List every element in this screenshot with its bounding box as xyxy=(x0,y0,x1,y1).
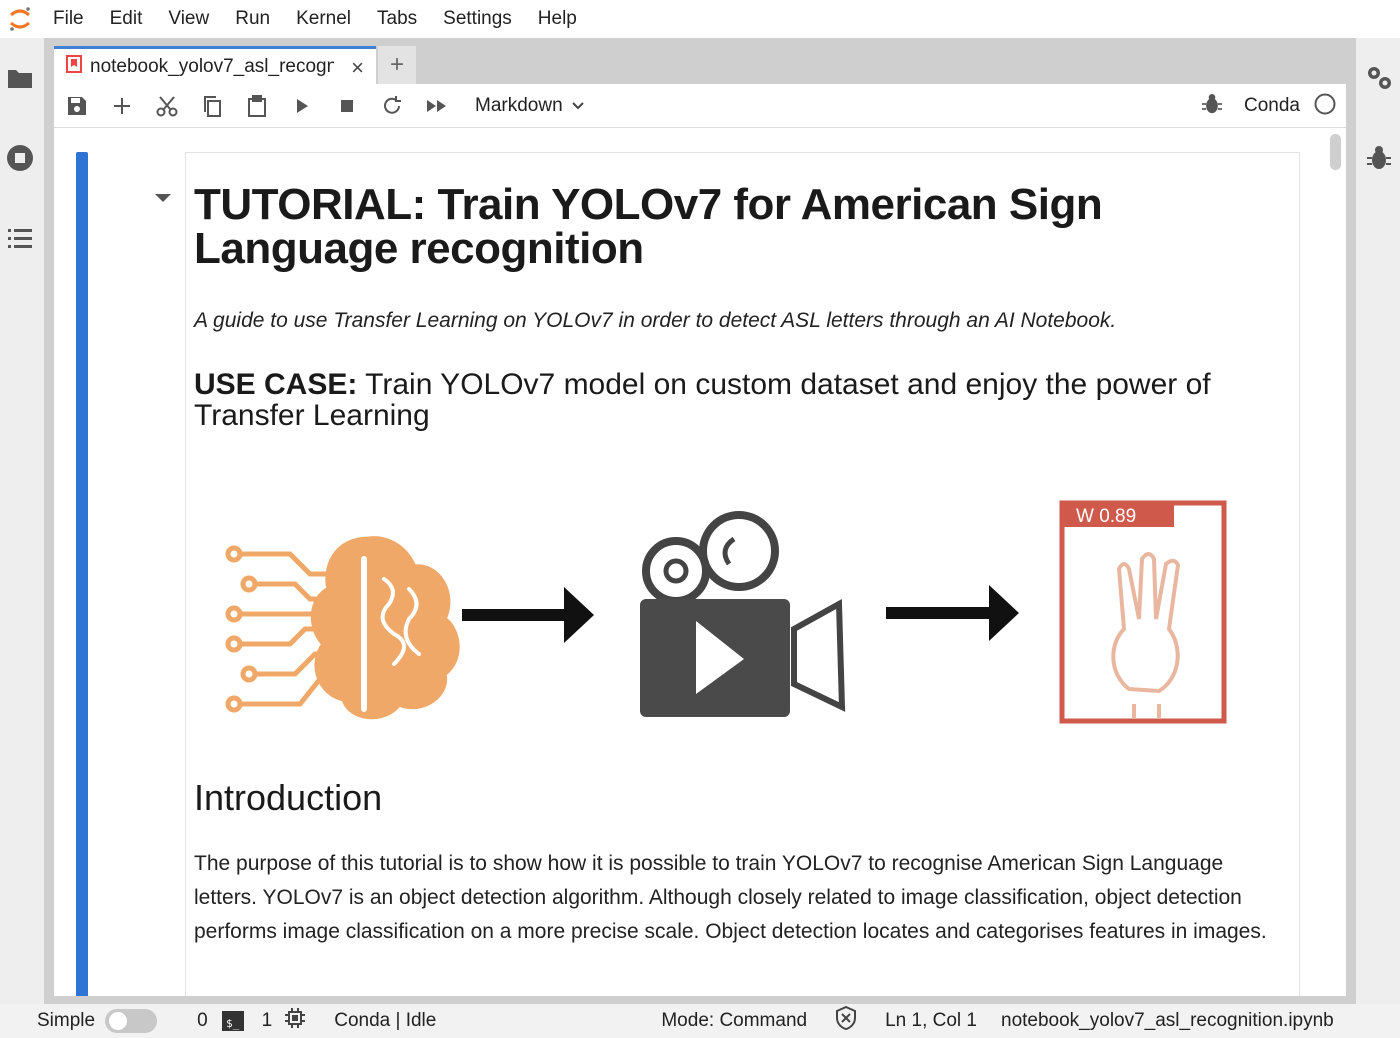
simple-mode-label: Simple xyxy=(37,1010,96,1031)
active-cell-indicator[interactable] xyxy=(76,152,88,996)
collapse-heading-caret-icon[interactable] xyxy=(154,190,172,208)
use-case-heading: USE CASE: Train YOLOv7 model on custom d… xyxy=(194,369,1291,431)
menu-view[interactable]: View xyxy=(155,8,222,30)
cell-type-dropdown[interactable]: Markdown xyxy=(475,95,585,117)
run-icon[interactable] xyxy=(279,84,324,128)
toolbar-right: Conda xyxy=(1202,84,1336,128)
menu-settings[interactable]: Settings xyxy=(430,8,525,30)
run-all-icon[interactable] xyxy=(414,84,459,128)
folder-icon[interactable] xyxy=(6,64,34,92)
introduction-heading: Introduction xyxy=(194,777,383,818)
left-sidebar xyxy=(0,38,44,1004)
notebook-icon xyxy=(66,55,82,78)
tab-bar: notebook_yolov7_asl_recognition.ipynb × … xyxy=(54,46,1346,84)
menu-help[interactable]: Help xyxy=(525,8,590,30)
main-area: notebook_yolov7_asl_recognition.ipynb × … xyxy=(44,38,1356,1004)
status-bar: Simple 0 $_ 1 Conda | Idle Mode: Command… xyxy=(0,1004,1400,1038)
kernel-status-text[interactable]: Conda | Idle xyxy=(334,1010,436,1032)
right-sidebar xyxy=(1356,38,1400,1004)
ai-brain-icon xyxy=(225,536,460,720)
detection-label: W 0.89 xyxy=(1076,506,1136,527)
use-case-label: USE CASE: xyxy=(194,368,358,401)
arrow-right-icon xyxy=(462,587,594,643)
menu-file[interactable]: File xyxy=(40,8,97,30)
chevron-down-icon xyxy=(571,95,585,117)
close-tab-icon[interactable]: × xyxy=(351,55,364,81)
cell-type-value: Markdown xyxy=(475,94,563,116)
debugger-bug-icon[interactable] xyxy=(1365,144,1393,172)
arrow-right-icon xyxy=(886,585,1019,641)
video-camera-icon xyxy=(640,511,846,717)
kernel-idle-status-icon xyxy=(1314,93,1336,120)
cut-icon[interactable] xyxy=(144,84,189,128)
property-inspector-gears-icon[interactable] xyxy=(1365,64,1393,92)
terminals-status[interactable]: 0 $_ xyxy=(197,1010,244,1032)
notebook-toolbar: Markdown Conda xyxy=(54,84,1346,128)
terminal-icon: $_ xyxy=(221,1011,244,1031)
kernels-status[interactable]: 1 xyxy=(262,1007,307,1035)
simple-mode-switch[interactable] xyxy=(105,1009,158,1033)
status-filename: notebook_yolov7_asl_recognition.ipynb xyxy=(1001,1010,1334,1031)
table-of-contents-icon[interactable] xyxy=(6,224,34,252)
cpu-chip-icon xyxy=(284,1007,306,1035)
terminal-count: 0 xyxy=(197,1010,208,1031)
menu-tabs[interactable]: Tabs xyxy=(364,8,430,30)
cursor-position[interactable]: Ln 1, Col 1 xyxy=(885,1010,977,1032)
paste-icon[interactable] xyxy=(234,84,279,128)
notebook-title: TUTORIAL: Train YOLOv7 for American Sign… xyxy=(194,180,1103,273)
tab-notebook[interactable]: notebook_yolov7_asl_recognition.ipynb × xyxy=(54,46,376,84)
add-cell-icon[interactable] xyxy=(99,84,144,128)
menu-edit[interactable]: Edit xyxy=(97,8,156,30)
menu-run[interactable]: Run xyxy=(222,8,283,30)
notebook-subtitle: A guide to use Transfer Learning on YOLO… xyxy=(194,309,1117,332)
scrollbar-thumb[interactable] xyxy=(1330,134,1341,170)
notebook-content[interactable]: TUTORIAL: Train YOLOv7 for American Sign… xyxy=(54,128,1346,996)
stop-icon[interactable] xyxy=(324,84,369,128)
copy-icon[interactable] xyxy=(189,84,234,128)
jupyter-logo-icon xyxy=(0,0,40,38)
notebook-mode: Mode: Command xyxy=(661,1010,808,1031)
save-icon[interactable] xyxy=(54,84,99,128)
workflow-illustration: W 0.89 xyxy=(194,499,1291,739)
asl-detection-box-icon xyxy=(1059,500,1227,724)
debugger-toggle-icon[interactable] xyxy=(1202,93,1222,120)
kernel-count: 1 xyxy=(261,1010,273,1031)
introduction-text: The purpose of this tutorial is to show … xyxy=(194,852,1267,943)
simple-mode-toggle[interactable]: Simple xyxy=(37,1009,158,1033)
trusted-shield-icon[interactable] xyxy=(835,1005,857,1036)
tab-label: notebook_yolov7_asl_recognition.ipynb xyxy=(90,55,334,77)
new-tab-button[interactable]: + xyxy=(378,46,416,84)
kernel-name[interactable]: Conda xyxy=(1244,95,1300,117)
restart-icon[interactable] xyxy=(369,84,414,128)
menu-bar: File Edit View Run Kernel Tabs Settings … xyxy=(0,0,1400,38)
markdown-cell[interactable]: TUTORIAL: Train YOLOv7 for American Sign… xyxy=(185,152,1300,996)
menu-kernel[interactable]: Kernel xyxy=(283,8,364,30)
running-sessions-icon[interactable] xyxy=(6,144,34,172)
